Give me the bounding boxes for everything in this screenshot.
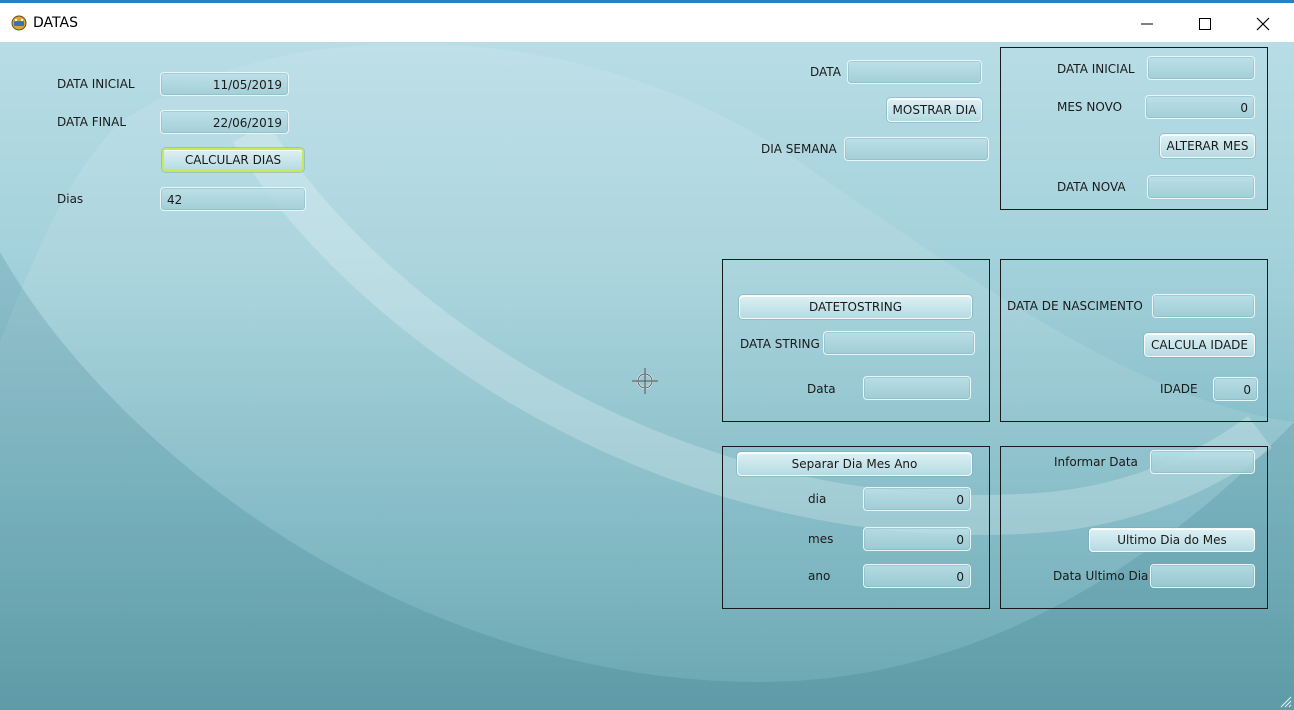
close-button[interactable] bbox=[1234, 6, 1292, 42]
ano-label: ano bbox=[808, 569, 831, 583]
data-nova-field[interactable] bbox=[1147, 175, 1255, 199]
dts-data-label: Data bbox=[807, 382, 836, 396]
minimize-button[interactable] bbox=[1118, 6, 1176, 42]
dias-label: Dias bbox=[57, 192, 84, 206]
move-cursor-icon bbox=[632, 368, 658, 394]
data-final-label: DATA FINAL bbox=[57, 115, 127, 129]
data-inicial-field[interactable]: 11/05/2019 bbox=[160, 72, 289, 96]
data-ultimo-dia-field[interactable] bbox=[1150, 564, 1255, 588]
dia-field[interactable]: 0 bbox=[863, 487, 971, 511]
alter-data-inicial-label: DATA INICIAL bbox=[1057, 62, 1135, 76]
data-inicial-label: DATA INICIAL bbox=[57, 77, 135, 91]
data-nova-label: DATA NOVA bbox=[1057, 180, 1126, 194]
dia-label: dia bbox=[808, 492, 827, 506]
informar-data-label: Informar Data bbox=[1054, 455, 1138, 469]
dia-semana-label: DIA SEMANA bbox=[761, 142, 837, 156]
data-nascimento-label: DATA DE NASCIMENTO bbox=[1007, 299, 1143, 313]
data-string-field[interactable] bbox=[823, 331, 975, 355]
ano-field[interactable]: 0 bbox=[863, 564, 971, 588]
data-nascimento-field[interactable] bbox=[1152, 294, 1255, 318]
mes-label: mes bbox=[808, 532, 834, 546]
calcula-idade-button[interactable]: CALCULA IDADE bbox=[1144, 333, 1255, 357]
resize-grip-icon[interactable] bbox=[1278, 694, 1292, 708]
dia-semana-field[interactable] bbox=[844, 137, 989, 161]
maximize-icon bbox=[1199, 18, 1211, 30]
app-icon bbox=[11, 15, 27, 31]
mostrar-dia-semana-button[interactable]: MOSTRAR DIA SEMANA bbox=[887, 98, 982, 122]
maximize-button[interactable] bbox=[1176, 6, 1234, 42]
separar-dia-mes-ano-button[interactable]: Separar Dia Mes Ano bbox=[737, 452, 972, 476]
alter-data-inicial-field[interactable] bbox=[1147, 56, 1255, 80]
datetostring-button[interactable]: DATETOSTRING bbox=[739, 295, 972, 319]
minimize-icon bbox=[1141, 23, 1153, 25]
alterar-mes-button[interactable]: ALTERAR MES bbox=[1160, 134, 1255, 158]
dts-data-field[interactable] bbox=[863, 376, 971, 400]
mes-novo-field[interactable]: 0 bbox=[1145, 95, 1255, 119]
close-icon bbox=[1256, 17, 1270, 31]
data-field[interactable] bbox=[847, 60, 982, 84]
mes-field[interactable]: 0 bbox=[863, 527, 971, 551]
ultimo-dia-do-mes-button[interactable]: Ultimo Dia do Mes bbox=[1089, 528, 1255, 552]
mes-novo-label: MES NOVO bbox=[1057, 100, 1123, 114]
title-bar: DATAS bbox=[0, 0, 1294, 42]
data-ultimo-dia-label: Data Ultimo Dia bbox=[1053, 569, 1149, 583]
data-string-label: DATA STRING bbox=[740, 337, 820, 351]
form-client-area: DATA INICIAL 11/05/2019 DATA FINAL 22/06… bbox=[0, 42, 1294, 710]
informar-data-field[interactable] bbox=[1150, 450, 1255, 474]
idade-label: IDADE bbox=[1160, 382, 1198, 396]
data-label: DATA bbox=[810, 65, 841, 79]
dias-field[interactable]: 42 bbox=[160, 187, 306, 211]
idade-field[interactable]: 0 bbox=[1213, 377, 1258, 401]
window-title: DATAS bbox=[33, 15, 78, 31]
calcular-dias-button[interactable]: CALCULAR DIAS bbox=[162, 148, 304, 172]
data-final-field[interactable]: 22/06/2019 bbox=[160, 110, 289, 134]
